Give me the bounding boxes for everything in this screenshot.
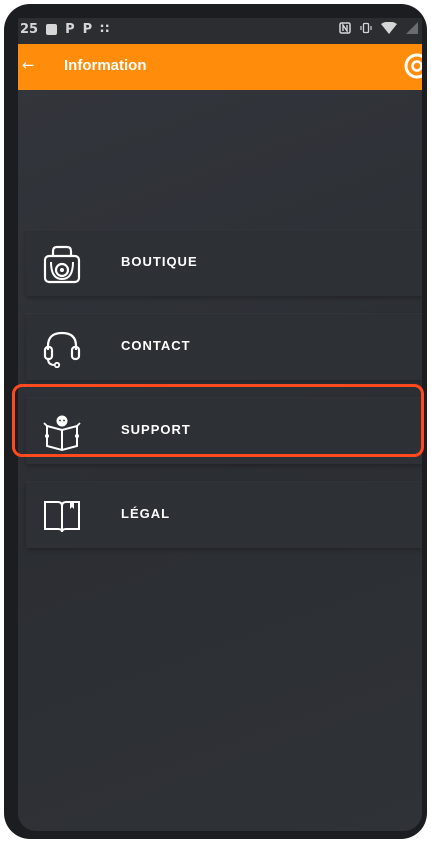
parking-icon: P	[82, 22, 93, 37]
app-bar: ← Information	[18, 44, 422, 90]
battery-icon	[406, 22, 418, 38]
menu-item-label: SUPPORT	[121, 422, 191, 437]
logo-icon[interactable]	[404, 53, 422, 79]
shopping-bag-icon	[42, 244, 82, 284]
status-bar: 25 P P ∷	[18, 18, 422, 44]
menu-item-label: LÉGAL	[121, 506, 171, 521]
book-icon	[42, 496, 82, 536]
menu-item-contact[interactable]: CONTACT	[26, 314, 422, 380]
menu-item-label: CONTACT	[121, 338, 191, 353]
menu-item-legal[interactable]: LÉGAL	[26, 482, 422, 548]
image-icon	[46, 24, 58, 35]
nfc-icon	[339, 22, 351, 38]
headset-icon	[42, 328, 82, 369]
menu-item-support[interactable]: SUPPORT	[26, 398, 422, 464]
status-time: 25	[20, 22, 39, 37]
page-title: Information	[64, 57, 147, 74]
vibrate-icon	[360, 22, 372, 38]
menu-item-label: BOUTIQUE	[121, 254, 198, 269]
grid-icon: ∷	[100, 22, 110, 37]
parking-icon: P	[65, 22, 75, 37]
status-left: 25 P P ∷	[20, 22, 109, 37]
phone-frame: 25 P P ∷ ← Information BOUTIQUE CONTACT …	[4, 4, 427, 839]
screen: 25 P P ∷ ← Information BOUTIQUE CONTACT …	[18, 18, 422, 831]
menu-item-boutique[interactable]: BOUTIQUE	[26, 230, 422, 296]
status-right	[339, 21, 418, 38]
support-book-icon	[42, 412, 82, 452]
wifi-icon	[381, 21, 397, 38]
back-arrow-icon[interactable]: ←	[22, 58, 35, 73]
